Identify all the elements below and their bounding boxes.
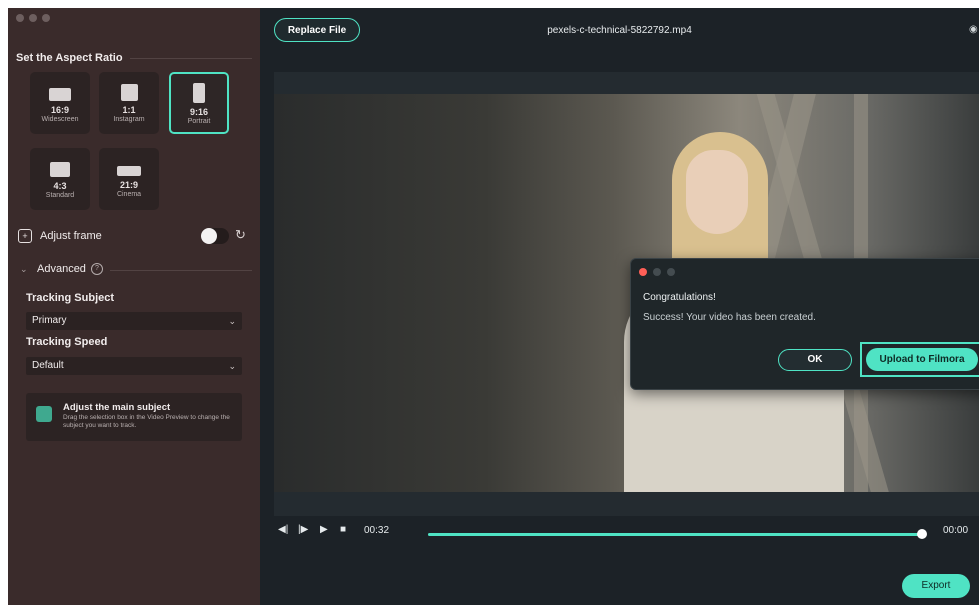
hint-title: Adjust the main subject	[63, 402, 171, 413]
ratio-name: Standard	[45, 192, 75, 199]
tracking-speed-label: Tracking Speed	[26, 336, 108, 348]
ok-button[interactable]: OK	[778, 349, 852, 371]
ratio-1-1-option[interactable]: 1:1 Instagram	[99, 72, 159, 134]
tracking-subject-label: Tracking Subject	[26, 292, 115, 304]
timeline-track[interactable]	[428, 529, 927, 539]
chevron-down-icon: ⌄	[228, 361, 236, 371]
play-icon[interactable]: ▶	[320, 524, 328, 535]
close-dialog-dot[interactable]	[639, 268, 647, 276]
ratio-name: Instagram	[113, 116, 145, 123]
ratio-21-9-option[interactable]: 21:9 Cinema	[99, 148, 159, 210]
tracking-speed-select[interactable]: Default ⌄	[26, 357, 242, 375]
stop-icon[interactable]: ■	[340, 524, 346, 535]
sidebar: Set the Aspect Ratio 16:9 Widescreen 1:1…	[8, 8, 260, 605]
reset-icon[interactable]: ↻	[235, 227, 246, 243]
playback-controls: ◀| |▶ ▶ ■ 00:32 00:00	[260, 524, 979, 544]
dialog-message: Success! Your video has been created.	[643, 312, 816, 323]
advanced-label[interactable]: Advanced	[37, 263, 86, 275]
face	[686, 150, 748, 234]
chevron-down-icon: ⌄	[228, 316, 236, 326]
ratio-4-3-option[interactable]: 4:3 Standard	[30, 148, 90, 210]
ratio-value: 21:9	[119, 180, 138, 190]
end-time: 00:00	[943, 525, 969, 536]
adjust-frame-label: Adjust frame	[40, 230, 102, 242]
ratio-name: Widescreen	[41, 116, 79, 123]
dialog-window-controls	[639, 268, 675, 276]
portrait-icon	[193, 83, 205, 103]
main-panel: Replace File pexels-c-technical-5822792.…	[260, 8, 979, 605]
timeline-handle[interactable]	[917, 529, 927, 539]
zoom-window-dot[interactable]	[42, 14, 50, 22]
ratio-value: 4:3	[53, 181, 67, 191]
tracking-speed-value: Default	[32, 360, 64, 371]
ratio-value: 16:9	[50, 105, 69, 115]
ratio-name: Cinema	[116, 191, 142, 198]
square-icon	[120, 84, 138, 101]
ratio-value: 1:1	[122, 105, 136, 115]
hint-description: Drag the selection box in the Video Prev…	[63, 414, 230, 429]
ratio-name: Portrait	[187, 118, 211, 125]
app-window: Set the Aspect Ratio 16:9 Widescreen 1:1…	[8, 8, 979, 605]
aspect-ratio-title: Set the Aspect Ratio	[16, 52, 123, 64]
ratio-value: 9:16	[189, 107, 208, 117]
adjust-subject-hint: Adjust the main subject Drag the selecti…	[26, 393, 242, 441]
ratio-16-9-option[interactable]: 16:9 Widescreen	[30, 72, 90, 134]
subject-icon	[36, 406, 52, 422]
standard-icon	[50, 162, 70, 177]
help-icon[interactable]: ?	[91, 263, 103, 275]
step-back-icon[interactable]: ◀|	[278, 524, 288, 535]
success-dialog: Congratulations! Success! Your video has…	[630, 258, 979, 390]
eye-icon[interactable]: ◉	[969, 24, 978, 35]
minimize-window-dot[interactable]	[29, 14, 37, 22]
upload-to-filmora-button[interactable]: Upload to Filmora	[866, 348, 978, 371]
toggle-knob	[201, 228, 217, 244]
minimize-dialog-dot[interactable]	[653, 268, 661, 276]
tracking-subject-select[interactable]: Primary ⌄	[26, 312, 242, 330]
chevron-down-icon[interactable]: ⌄	[20, 264, 28, 275]
adjust-frame-toggle[interactable]	[201, 228, 229, 244]
zoom-dialog-dot[interactable]	[667, 268, 675, 276]
cinema-icon	[117, 166, 141, 176]
upload-highlight-frame: Upload to Filmora	[860, 342, 979, 377]
widescreen-icon	[49, 88, 71, 101]
divider	[130, 58, 252, 59]
divider	[110, 270, 252, 271]
dialog-title: Congratulations!	[643, 292, 716, 303]
window-controls	[16, 14, 50, 22]
tracking-subject-value: Primary	[32, 315, 67, 326]
step-forward-icon[interactable]: |▶	[298, 524, 308, 535]
file-name: pexels-c-technical-5822792.mp4	[547, 25, 692, 36]
adjust-frame-icon: +	[18, 229, 32, 243]
close-window-dot[interactable]	[16, 14, 24, 22]
timeline-progress	[428, 533, 922, 536]
export-button[interactable]: Export	[902, 574, 970, 598]
current-time: 00:32	[364, 525, 390, 536]
ratio-9-16-option[interactable]: 9:16 Portrait	[169, 72, 229, 134]
